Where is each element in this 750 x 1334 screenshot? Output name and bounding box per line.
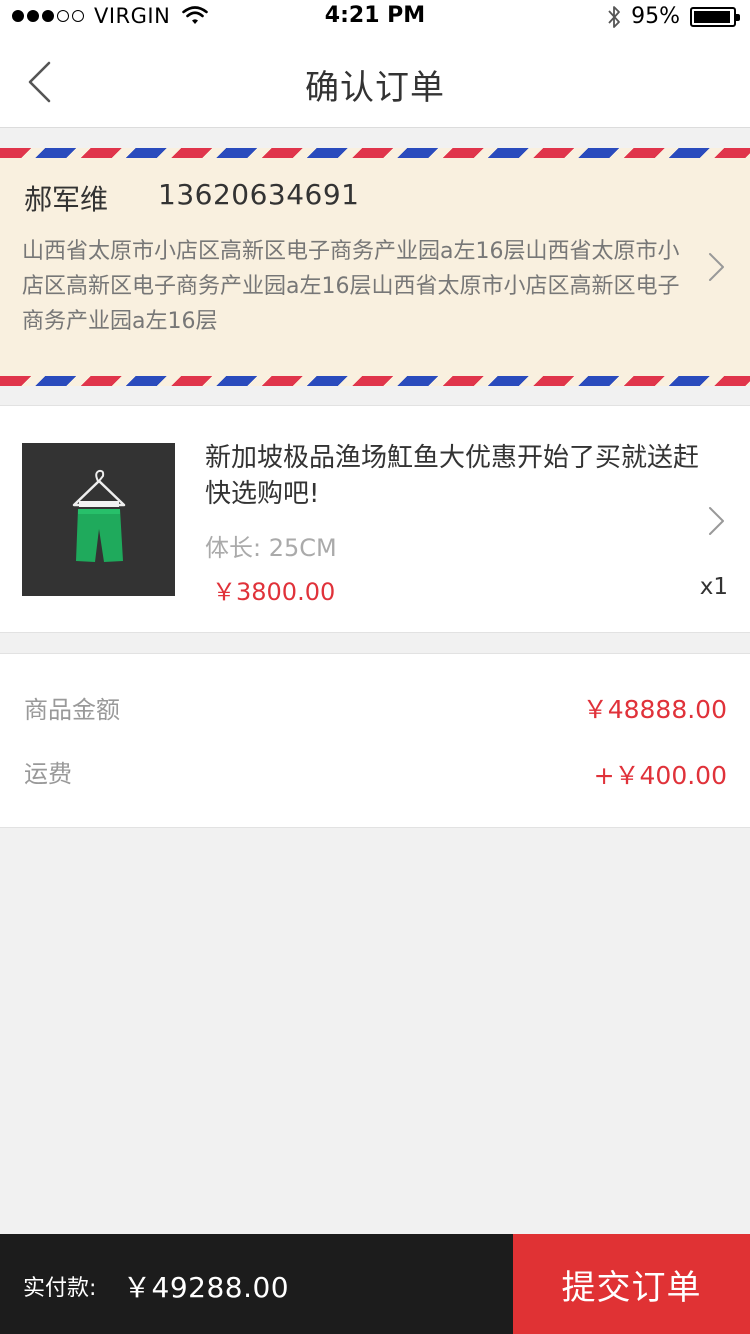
price-summary: 商品金额 ￥48888.00 运费 +￥400.00	[0, 653, 750, 828]
product-thumbnail[interactable]	[22, 443, 175, 596]
shipping-fee-value: +￥400.00	[593, 761, 727, 790]
bottom-bar: 实付款: ￥49288.00 提交订单	[0, 1234, 750, 1334]
page-title: 确认订单	[305, 68, 445, 108]
nav-bar: 确认订单	[0, 34, 750, 128]
total-payment-value: ￥49288.00	[123, 1271, 290, 1304]
battery-nub	[736, 13, 740, 21]
battery-fill	[694, 10, 731, 23]
battery-percent: 95%	[631, 4, 680, 29]
product-title: 新加坡极品渔场魟鱼大优惠开始了买就送赶快选购吧!	[205, 443, 700, 509]
chevron-right-icon	[709, 253, 724, 281]
status-right: 95%	[607, 4, 740, 29]
airmail-stripe-bottom	[0, 376, 750, 386]
goods-amount-label: 商品金额	[24, 696, 120, 724]
address-card[interactable]: 郝军维 13620634691 山西省太原市小店区高新区电子商务产业园a左16层…	[0, 148, 750, 386]
goods-amount-value: ￥48888.00	[582, 695, 727, 724]
product-spec: 体长: 25CM	[205, 534, 337, 562]
status-bar: VIRGIN 4:21 PM 95%	[0, 0, 750, 34]
total-payment-label: 实付款:	[23, 1276, 97, 1301]
product-price: ￥3800.00	[212, 578, 336, 606]
airmail-stripe-top	[0, 148, 750, 158]
green-shorts-on-hanger-icon	[22, 443, 175, 596]
address-text: 山西省太原市小店区高新区电子商务产业园a左16层山西省太原市小店区高新区电子商务…	[22, 239, 680, 334]
top-area: VIRGIN 4:21 PM 95% 确认订单	[0, 0, 750, 128]
product-card[interactable]: 新加坡极品渔场魟鱼大优惠开始了买就送赶快选购吧! 体长: 25CM ￥3800.…	[0, 405, 750, 633]
recipient-phone: 13620634691	[158, 178, 360, 211]
battery-icon	[690, 6, 740, 27]
product-quantity: x1	[699, 574, 728, 600]
shipping-fee-label: 运费	[24, 760, 72, 788]
chevron-right-icon	[709, 507, 724, 535]
submit-order-button[interactable]: 提交订单	[513, 1234, 750, 1334]
recipient-name: 郝军维	[24, 183, 109, 216]
bluetooth-icon	[608, 5, 620, 28]
